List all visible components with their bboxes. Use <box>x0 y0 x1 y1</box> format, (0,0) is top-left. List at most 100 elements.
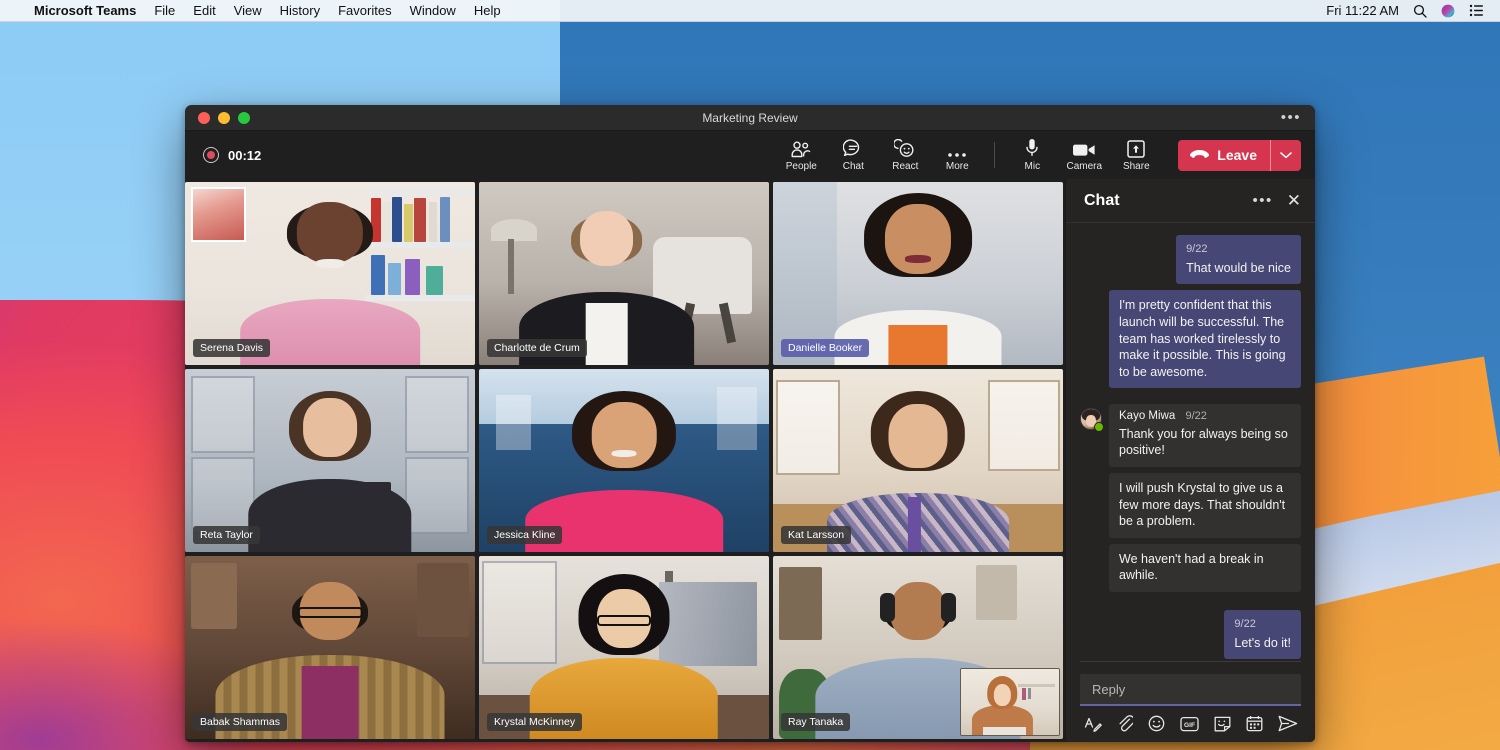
menu-item-edit[interactable]: Edit <box>193 3 215 18</box>
avatar[interactable] <box>1080 408 1102 430</box>
window-titlebar: Marketing Review ••• <box>185 105 1315 131</box>
video-feed <box>479 369 769 552</box>
video-tile-krystal-mckinney[interactable]: Krystal McKinney <box>479 556 769 739</box>
video-tile-serena-davis[interactable]: Serena Davis <box>185 182 475 365</box>
react-icon <box>894 138 916 158</box>
sticker-icon[interactable] <box>1214 716 1231 732</box>
chat-panel-header: Chat ••• ✕ <box>1066 179 1315 223</box>
menu-app-name[interactable]: Microsoft Teams <box>34 3 136 18</box>
leave-dropdown-button[interactable] <box>1271 140 1301 171</box>
more-button[interactable]: More <box>931 133 983 177</box>
video-tile-jessica-kline[interactable]: Jessica Kline <box>479 369 769 552</box>
menu-item-window[interactable]: Window <box>410 3 456 18</box>
menu-item-help[interactable]: Help <box>474 3 501 18</box>
recording-indicator: 00:12 <box>203 147 261 163</box>
participant-name-label: Reta Taylor <box>193 526 260 544</box>
chat-compose-area: GIF <box>1066 661 1315 742</box>
window-minimize-button[interactable] <box>218 112 230 124</box>
mic-icon <box>1025 138 1039 158</box>
message-text: I'm pretty confident that this launch wi… <box>1119 298 1286 379</box>
people-icon <box>790 138 812 158</box>
chat-panel: Chat ••• ✕ 9/22 That would be nice I'm p… <box>1065 179 1315 742</box>
more-button-label: More <box>946 161 969 172</box>
video-feed <box>479 556 769 739</box>
recording-dot-icon <box>203 147 219 163</box>
video-row: Reta Taylor <box>185 369 1063 552</box>
video-tile-danielle-booker[interactable]: Danielle Booker <box>773 182 1063 365</box>
chat-icon <box>843 138 863 158</box>
video-feed <box>185 369 475 552</box>
mic-button[interactable]: Mic <box>1006 133 1058 177</box>
chat-button[interactable]: Chat <box>827 133 879 177</box>
message-timestamp: 9/22 <box>1185 410 1206 422</box>
message-text: We haven't had a break in awhile. <box>1119 552 1264 583</box>
self-view-pip[interactable] <box>960 668 1060 736</box>
chat-bubble-incoming: Kayo Miwa 9/22 Thank you for always bein… <box>1109 404 1301 467</box>
react-button[interactable]: React <box>879 133 931 177</box>
menu-clock[interactable]: Fri 11:22 AM <box>1326 3 1399 18</box>
participant-name-label: Babak Shammas <box>193 713 287 731</box>
toolbar-divider <box>994 142 995 168</box>
participant-name-label: Kat Larsson <box>781 526 851 544</box>
siri-icon[interactable] <box>1441 4 1455 18</box>
chat-message: 9/22 Let's do it! <box>1080 610 1301 659</box>
video-row: Babak Shammas <box>185 556 1063 739</box>
menu-item-history[interactable]: History <box>280 3 320 18</box>
share-button-label: Share <box>1123 161 1150 172</box>
video-grid: Serena Davis <box>185 179 1065 742</box>
hangup-icon <box>1190 147 1209 163</box>
message-author: Kayo Miwa <box>1119 410 1175 422</box>
window-body: Serena Davis <box>185 179 1315 742</box>
send-icon[interactable] <box>1278 715 1298 732</box>
chat-message-group: Kayo Miwa 9/22 Thank you for always bein… <box>1080 404 1301 592</box>
chat-bubble-incoming: I will push Krystal to give us a few mor… <box>1109 473 1301 538</box>
leave-button[interactable]: Leave <box>1178 140 1270 171</box>
video-tile-charlotte-de-crum[interactable]: Charlotte de Crum <box>479 182 769 365</box>
format-icon[interactable] <box>1084 716 1102 732</box>
video-tile-ray-tanaka[interactable]: Ray Tanaka <box>773 556 1063 739</box>
message-text: Let's do it! <box>1234 636 1291 650</box>
share-button[interactable]: Share <box>1110 133 1162 177</box>
search-icon[interactable] <box>1413 4 1427 18</box>
chat-button-label: Chat <box>843 161 864 172</box>
presence-available-icon <box>1094 422 1104 432</box>
video-tile-babak-shammas[interactable]: Babak Shammas <box>185 556 475 739</box>
window-close-button[interactable] <box>198 112 210 124</box>
toolbar-actions: People Chat <box>775 133 1301 177</box>
recording-timer: 00:12 <box>228 148 261 163</box>
video-feed <box>185 556 475 739</box>
window-more-options-icon[interactable]: ••• <box>1281 110 1315 125</box>
window-maximize-button[interactable] <box>238 112 250 124</box>
close-icon[interactable]: ✕ <box>1287 192 1301 209</box>
attach-icon[interactable] <box>1117 715 1133 732</box>
window-title: Marketing Review <box>185 111 1315 125</box>
participant-name-label: Serena Davis <box>193 339 270 357</box>
meeting-icon[interactable] <box>1246 715 1263 732</box>
desktop: Microsoft Teams File Edit View History F… <box>0 0 1500 750</box>
reply-input[interactable] <box>1092 682 1289 697</box>
compose-divider <box>1080 661 1301 662</box>
chat-message-list[interactable]: 9/22 That would be nice I'm pretty confi… <box>1066 223 1315 661</box>
video-feed <box>773 182 1063 365</box>
reply-box[interactable] <box>1080 674 1301 706</box>
menu-bar-status-area: Fri 11:22 AM <box>1326 3 1490 18</box>
video-tile-kat-larsson[interactable]: Kat Larsson <box>773 369 1063 552</box>
macos-menu-bar: Microsoft Teams File Edit View History F… <box>0 0 1500 22</box>
chat-bubble-outgoing: 9/22 Let's do it! <box>1224 610 1301 659</box>
message-header: Kayo Miwa 9/22 <box>1119 409 1291 424</box>
menu-item-view[interactable]: View <box>234 3 262 18</box>
emoji-icon[interactable] <box>1148 715 1165 732</box>
window-traffic-lights <box>185 112 250 124</box>
giphy-icon[interactable]: GIF <box>1180 716 1199 732</box>
camera-button[interactable]: Camera <box>1058 133 1110 177</box>
people-button[interactable]: People <box>775 133 827 177</box>
video-tile-reta-taylor[interactable]: Reta Taylor <box>185 369 475 552</box>
svg-text:GIF: GIF <box>1184 722 1195 729</box>
video-feed <box>185 182 475 365</box>
menu-item-favorites[interactable]: Favorites <box>338 3 391 18</box>
pip-video-feed <box>961 669 1059 735</box>
menu-item-file[interactable]: File <box>154 3 175 18</box>
camera-icon <box>1072 138 1096 158</box>
chat-more-options-icon[interactable]: ••• <box>1252 193 1272 208</box>
control-center-icon[interactable] <box>1469 4 1484 17</box>
